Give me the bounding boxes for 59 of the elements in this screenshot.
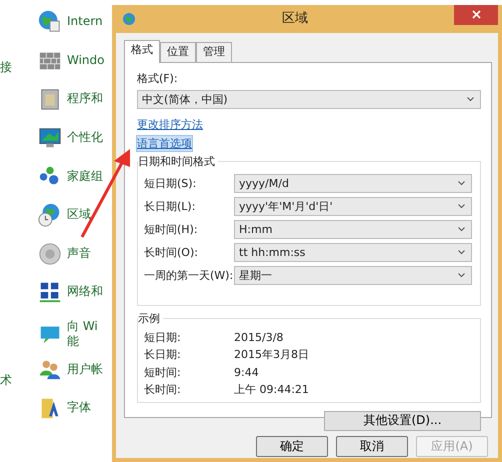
- dropdown[interactable]: 中文(简体，中国): [137, 90, 481, 108]
- globe-clock-icon[interactable]: [38, 203, 62, 227]
- close-icon: [472, 10, 480, 19]
- control-panel-item[interactable]: 区域: [67, 207, 91, 223]
- example-value: 2015年3月8日: [234, 347, 309, 362]
- example-value: 上午 09:44:21: [234, 382, 309, 398]
- sidebar-link[interactable]: 术: [0, 371, 40, 389]
- dropdown[interactable]: 星期一: [234, 266, 472, 284]
- control-panel-item[interactable]: 声音: [67, 246, 91, 262]
- tab[interactable]: 格式: [124, 40, 160, 62]
- field-label: 长时间:: [144, 382, 182, 398]
- control-panel-item[interactable]: Windo: [67, 52, 104, 68]
- dropdown[interactable]: yyyy/M/d: [234, 174, 472, 192]
- monitor-icon[interactable]: [38, 126, 62, 150]
- field-label: 长时间(O):: [144, 244, 199, 260]
- field-label: 长日期:: [144, 347, 182, 362]
- dropdown[interactable]: H:mm: [234, 220, 472, 238]
- group-title: 日期和时间格式: [138, 154, 218, 168]
- caret-icon: [458, 272, 465, 278]
- sidebar-link[interactable]: 接: [0, 58, 40, 76]
- control-panel-item[interactable]: 用户帐: [67, 362, 103, 378]
- field-label: 短时间(H):: [144, 222, 199, 236]
- dialog-button[interactable]: 取消: [336, 436, 408, 456]
- caret-icon: [458, 226, 465, 232]
- group-title: 示例: [138, 310, 163, 326]
- control-panel-item[interactable]: 程序和: [67, 91, 103, 107]
- field-label: 一周的第一天(W):: [144, 268, 234, 282]
- network-icon[interactable]: [38, 280, 62, 304]
- tab[interactable]: 管理: [196, 42, 232, 62]
- window-title: 区域: [281, 10, 309, 28]
- caret-icon: [467, 96, 474, 102]
- close-button[interactable]: [454, 5, 498, 25]
- field-label: 短时间:: [144, 364, 182, 380]
- dropdown[interactable]: yyyy'年'M'月'd'日': [234, 196, 472, 216]
- control-panel-item[interactable]: 字体: [67, 400, 91, 416]
- field-label: 格式(F):: [137, 70, 179, 86]
- dropdown[interactable]: tt hh:mm:ss: [234, 242, 472, 262]
- speaker-icon[interactable]: [38, 242, 62, 266]
- control-panel-item[interactable]: 向 Wi 能: [67, 318, 98, 350]
- link[interactable]: 更改排序方法: [137, 116, 203, 132]
- control-panel-item[interactable]: 家庭组: [67, 168, 103, 184]
- link[interactable]: 语言首选项: [137, 136, 192, 150]
- dialog-button[interactable]: 确定: [256, 436, 328, 456]
- control-panel-item[interactable]: Intern: [67, 14, 103, 30]
- globe-icon[interactable]: [38, 10, 62, 34]
- tab[interactable]: 位置: [160, 42, 196, 62]
- field-label: 短日期:: [144, 330, 182, 345]
- globe-icon: [122, 12, 136, 26]
- more-settings-button[interactable]: 其他设置(D)...: [324, 410, 481, 430]
- box-icon[interactable]: [38, 87, 62, 112]
- caret-icon: [458, 204, 465, 208]
- control-panel-item[interactable]: 网络和: [67, 284, 103, 300]
- control-panel-item[interactable]: 个性化: [67, 130, 103, 146]
- caret-icon: [458, 250, 465, 254]
- field-label: 长日期(L):: [144, 198, 196, 214]
- field-label: 短日期(S):: [144, 176, 198, 190]
- example-value: 9:44: [234, 364, 259, 380]
- caret-icon: [458, 180, 465, 186]
- example-value: 2015/3/8: [234, 330, 284, 345]
